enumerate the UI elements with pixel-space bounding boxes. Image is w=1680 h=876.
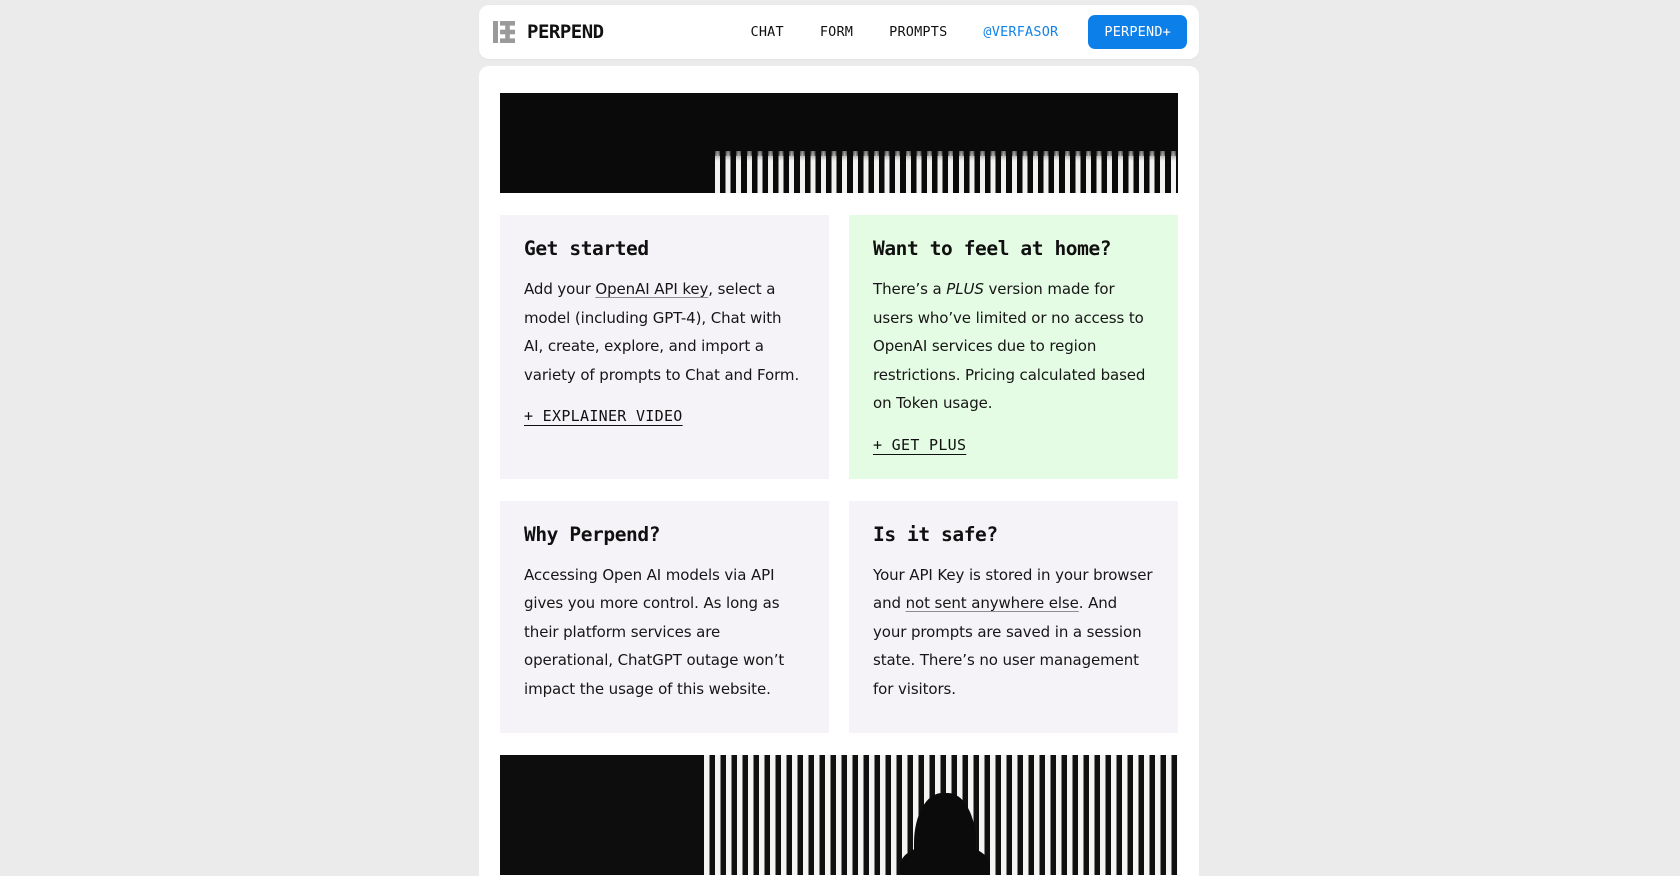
card-title-is-it-safe: Is it safe? [873, 522, 998, 546]
card-body-is-it-safe: Your API Key is stored in your browser a… [873, 561, 1154, 704]
get-plus-link[interactable]: + GET PLUS [873, 436, 966, 454]
card-want-to-feel-at-home: Want to feel at home? There’s a PLUS ver… [849, 215, 1178, 479]
feature-card-grid-row-1: Get started Add your OpenAI API key, sel… [500, 215, 1178, 479]
card-body-want-to-feel-at-home: There’s a PLUS version made for users wh… [873, 275, 1154, 418]
perpend-plus-button[interactable]: PERPEND+ [1088, 15, 1187, 49]
card-title-get-started: Get started [524, 237, 649, 260]
nav-links: CHAT FORM PROMPTS @VERFASOR PERPEND+ [733, 15, 1187, 49]
hero-banner-image [500, 93, 1178, 193]
footer-banner-image [500, 755, 1178, 875]
nav-link-user-handle[interactable]: @VERFASOR [965, 18, 1076, 46]
card-is-it-safe: Is it safe? Your API Key is stored in yo… [849, 500, 1178, 733]
feature-card-grid-row-2: Why Perpend? Accessing Open AI models vi… [500, 500, 1178, 733]
card-body-get-started: Add your OpenAI API key, select a model … [524, 275, 805, 389]
main-content-sheet: Get started Add your OpenAI API key, sel… [479, 66, 1199, 876]
card-title-want-to-feel-at-home: Want to feel at home? [873, 237, 1112, 260]
brand-logo[interactable]: PERPEND [493, 21, 604, 43]
nav-link-prompts[interactable]: PROMPTS [871, 18, 965, 46]
card-why-perpend: Why Perpend? Accessing Open AI models vi… [500, 500, 829, 733]
card-body-why-perpend: Accessing Open AI models via API gives y… [524, 565, 785, 698]
card-text-tail: version made for users who’ve limited or… [873, 280, 1146, 412]
card-get-started: Get started Add your OpenAI API key, sel… [500, 215, 829, 479]
plus-emphasis: PLUS [946, 280, 984, 298]
person-silhouette [900, 793, 990, 875]
brand-name: PERPEND [527, 21, 604, 43]
top-navigation-bar: PERPEND CHAT FORM PROMPTS @VERFASOR PERP… [479, 5, 1199, 59]
not-sent-anywhere-else-link[interactable]: not sent anywhere else [906, 594, 1079, 612]
explainer-video-link[interactable]: + EXPLAINER VIDEO [524, 407, 683, 425]
card-text-lead: Add your [524, 280, 596, 298]
nav-link-chat[interactable]: CHAT [733, 18, 802, 46]
nav-link-form[interactable]: FORM [802, 18, 871, 46]
openai-api-key-link[interactable]: OpenAI API key [595, 280, 708, 298]
card-title-why-perpend: Why Perpend? [524, 522, 661, 546]
grid-logo-icon [493, 21, 515, 43]
hero-stripes [715, 151, 1178, 193]
app-page: PERPEND CHAT FORM PROMPTS @VERFASOR PERP… [0, 0, 1680, 876]
card-text-lead: There’s a [873, 280, 947, 298]
